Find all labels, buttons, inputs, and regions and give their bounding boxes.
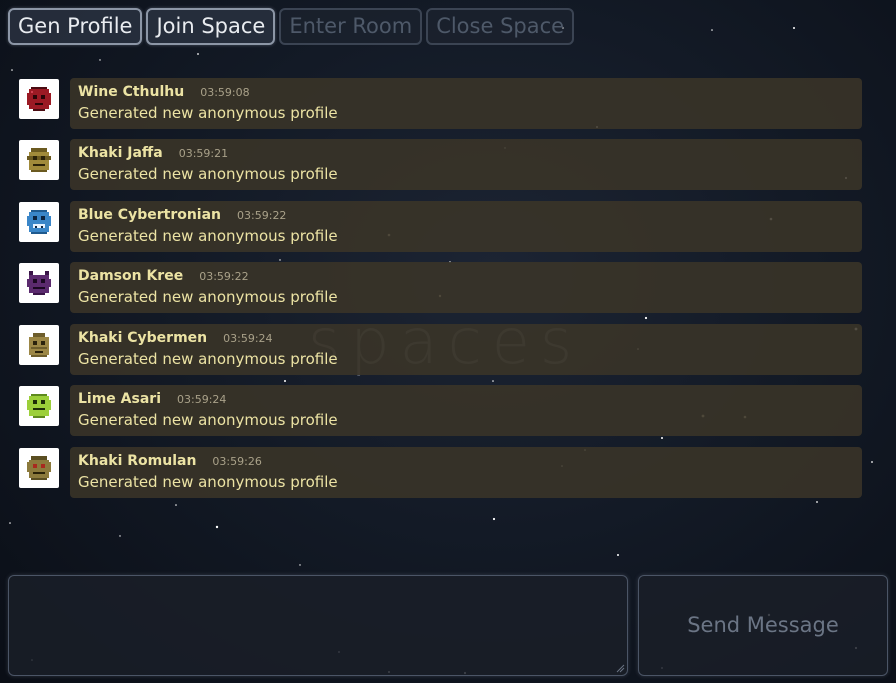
message-text: Generated new anonymous profile [78,411,338,429]
message-bubble: Khaki Jaffa 03:59:21 Generated new anonym… [70,139,862,190]
avatar [19,263,59,303]
blue-alien-avatar-icon [27,210,51,234]
message-time: 03:59:26 [212,455,262,468]
message-bubble: Lime Asari 03:59:24 Generated new anonymo… [70,385,862,436]
message-composer [8,575,628,676]
avatar [19,325,59,365]
enter-room-button[interactable]: Enter Room [279,8,423,45]
avatar [19,448,59,488]
toolbar: Gen Profile Join Space Enter Room Close … [8,8,575,45]
message-item: Khaki Romulan 03:59:26 Generated new anon… [19,447,862,499]
message-item: Lime Asari 03:59:24 Generated new anonymo… [19,385,862,437]
close-space-button[interactable]: Close Space [426,8,575,45]
message-author: Wine Cthulhu [78,84,185,100]
message-text: Generated new anonymous profile [78,288,338,306]
message-text: Generated new anonymous profile [78,473,338,491]
purple-alien-avatar-icon [27,271,51,295]
avatar [19,79,59,119]
join-space-button[interactable]: Join Space [146,8,276,45]
message-item: Khaki Jaffa 03:59:21 Generated new anonym… [19,139,862,191]
message-time: 03:59:22 [199,270,249,283]
message-author: Khaki Jaffa [78,145,163,161]
khaki-alien-avatar-icon [29,333,49,357]
avatar [19,140,59,180]
message-author: Khaki Romulan [78,453,197,469]
message-item: Damson Kree 03:59:22 Generated new anonym… [19,262,862,314]
message-item: Khaki Cybermen 03:59:24 Generated new ano… [19,324,862,376]
message-bubble: Blue Cybertronian 03:59:22 Generated new … [70,201,862,252]
send-message-button[interactable]: Send Message [638,575,888,676]
lime-alien-avatar-icon [27,394,51,418]
message-author: Blue Cybertronian [78,207,222,223]
khaki-alien-avatar-icon [27,148,51,172]
message-time: 03:59:22 [237,209,287,222]
message-bubble: Wine Cthulhu 03:59:08 Generated new anony… [70,78,862,129]
message-text: Generated new anonymous profile [78,165,338,183]
khaki-alien-avatar-icon [27,456,51,480]
message-item: Wine Cthulhu 03:59:08 Generated new anony… [19,78,862,130]
message-input[interactable] [9,576,627,675]
avatar [19,386,59,426]
message-text: Generated new anonymous profile [78,227,338,245]
message-text: Generated new anonymous profile [78,104,338,122]
resize-grip-icon[interactable] [616,664,625,673]
avatar [19,202,59,242]
red-alien-avatar-icon [27,87,51,111]
message-time: 03:59:21 [178,147,229,160]
message-author: Lime Asari [78,391,161,407]
message-text: Generated new anonymous profile [78,350,338,368]
message-bubble: Khaki Cybermen 03:59:24 Generated new ano… [70,324,862,375]
message-time: 03:59:24 [177,393,227,406]
message-item: Blue Cybertronian 03:59:22 Generated new … [19,201,862,253]
message-time: 03:59:08 [200,86,250,99]
gen-profile-button[interactable]: Gen Profile [8,8,143,45]
message-bubble: Khaki Romulan 03:59:26 Generated new anon… [70,447,862,498]
message-time: 03:59:24 [223,332,273,345]
message-author: Khaki Cybermen [78,330,208,346]
message-bubble: Damson Kree 03:59:22 Generated new anonym… [70,262,862,313]
message-author: Damson Kree [78,268,184,284]
